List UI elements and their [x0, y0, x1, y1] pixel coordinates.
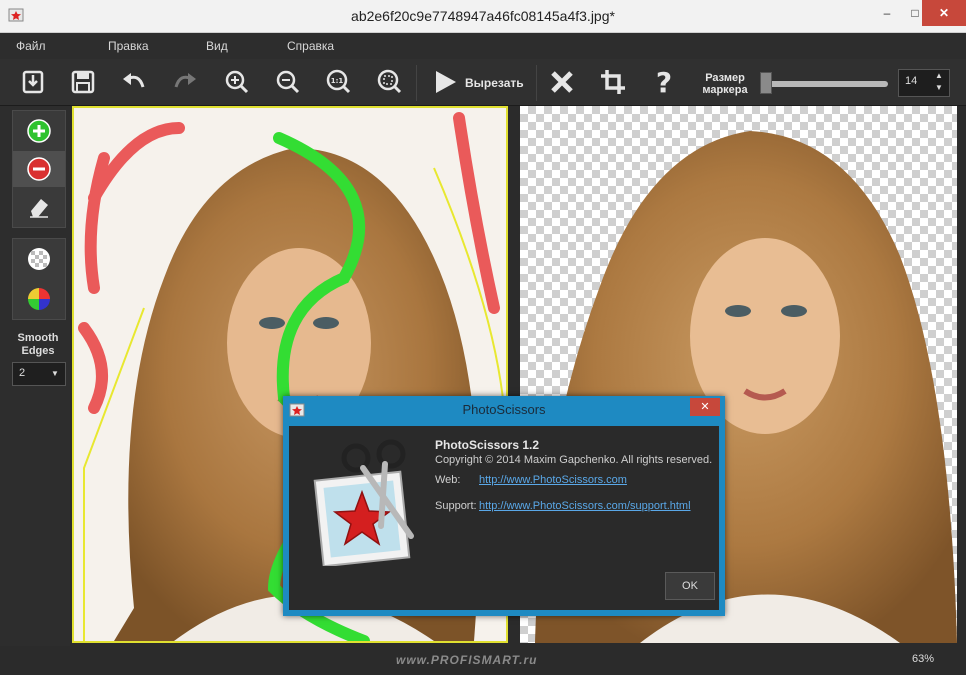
title-bar: ab2e6f20c9e7748947a46fc08145a4f3.jpg* – …: [0, 0, 966, 33]
smooth-edges-label-line1: Smooth: [17, 332, 59, 344]
delete-button[interactable]: [545, 65, 579, 99]
photoscissors-logo: [313, 439, 414, 566]
spin-down-icon[interactable]: ▼: [935, 83, 943, 92]
zoom-out-button[interactable]: [271, 65, 305, 99]
remove-marker-icon: [27, 157, 51, 181]
smooth-edges-label: Smooth Edges: [10, 332, 66, 358]
eraser-icon: [30, 199, 48, 218]
background-tools: [12, 238, 66, 320]
tool-panel: Smooth Edges 2 ▼: [0, 106, 70, 646]
dialog-title: PhotoScissors: [462, 402, 546, 417]
spin-up-icon[interactable]: ▲: [935, 71, 943, 80]
undo-button[interactable]: [117, 65, 151, 99]
ok-button[interactable]: OK: [665, 572, 715, 600]
remove-marker-tool[interactable]: [13, 151, 65, 187]
support-link[interactable]: http://www.PhotoScissors.com/support.htm…: [479, 500, 691, 512]
save-button[interactable]: [66, 65, 100, 99]
cut-button[interactable]: [428, 65, 462, 99]
smooth-edges-label-line2: Edges: [21, 345, 55, 357]
smooth-edges-value: 2: [19, 367, 26, 379]
help-icon: ?: [656, 66, 672, 99]
help-button[interactable]: ?: [647, 65, 681, 99]
marker-tools: [12, 110, 66, 228]
eraser-tool[interactable]: [13, 189, 65, 225]
web-label: Web:: [435, 474, 461, 486]
marker-size-label-line1: Размер: [705, 72, 745, 84]
transparency-icon: [28, 248, 50, 270]
marker-size-label-line2: маркера: [702, 84, 748, 96]
fit-button[interactable]: [373, 65, 407, 99]
menu-help[interactable]: Справка: [287, 33, 334, 59]
redo-button[interactable]: [168, 65, 202, 99]
zoom-out-icon: [276, 70, 300, 94]
minimize-button[interactable]: –: [872, 0, 902, 26]
support-label: Support:: [435, 500, 477, 512]
close-button[interactable]: ✕: [922, 0, 966, 26]
dialog-title-bar: PhotoScissors ✕: [283, 396, 725, 424]
zoom-level: 63%: [912, 653, 935, 665]
marker-size-value: 14: [905, 75, 918, 87]
marker-size-spinbox[interactable]: 14 ▲ ▼: [898, 69, 950, 97]
save-icon: [71, 70, 95, 94]
play-icon: [436, 71, 456, 93]
redo-icon: [174, 73, 196, 88]
crop-button[interactable]: [596, 65, 630, 99]
menu-file[interactable]: Файл: [16, 33, 46, 59]
smooth-edges-select[interactable]: 2 ▼: [12, 362, 66, 386]
delete-icon: [551, 71, 573, 93]
watermark: www.PROFISMART.ru: [396, 653, 538, 667]
actual-size-button[interactable]: 1:1: [322, 65, 356, 99]
undo-icon: [123, 73, 145, 88]
add-marker-icon: [27, 119, 51, 143]
toolbar: 1:1 Вырезать ? Размер маркера 14 ▲ ▼: [0, 59, 966, 106]
zoom-in-button[interactable]: [220, 65, 254, 99]
web-link[interactable]: http://www.PhotoScissors.com: [479, 474, 627, 486]
open-button[interactable]: [16, 65, 50, 99]
cut-label[interactable]: Вырезать: [465, 76, 524, 90]
keep-marker-tool[interactable]: [13, 113, 65, 149]
menu-view[interactable]: Вид: [206, 33, 228, 59]
svg-text:?: ?: [656, 66, 672, 99]
marker-size-label: Размер маркера: [690, 72, 760, 96]
product-name: PhotoScissors 1.2: [435, 438, 540, 452]
dialog-body: PhotoScissors 1.2 Copyright © 2014 Maxim…: [289, 426, 719, 610]
about-dialog: PhotoScissors ✕ PhotoScissors 1.2 Copyri…: [283, 396, 725, 616]
color-background-tool[interactable]: [13, 281, 65, 317]
dialog-close-button[interactable]: ✕: [690, 398, 720, 416]
open-icon: [22, 70, 44, 94]
window-title: ab2e6f20c9e7748947a46fc08145a4f3.jpg*: [351, 8, 615, 24]
menu-bar: Файл Правка Вид Справка: [0, 33, 966, 59]
marker-size-slider-handle[interactable]: [759, 72, 772, 94]
fit-icon: [377, 69, 402, 94]
toolbar-separator: [416, 65, 417, 101]
toolbar-separator: [536, 65, 537, 101]
zoom-in-icon: [225, 70, 249, 94]
menu-edit[interactable]: Правка: [108, 33, 149, 59]
color-wheel-icon: [28, 288, 50, 310]
chevron-down-icon: ▼: [51, 369, 59, 378]
actual-size-icon: 1:1: [326, 69, 351, 94]
transparent-background-tool[interactable]: [13, 241, 65, 277]
marker-size-slider[interactable]: [762, 81, 888, 87]
status-bar: www.PROFISMART.ru 63%: [0, 647, 966, 675]
copyright-text: Copyright © 2014 Maxim Gapchenko. All ri…: [435, 454, 713, 466]
crop-icon: [601, 70, 625, 94]
svg-text:1:1: 1:1: [331, 77, 344, 85]
